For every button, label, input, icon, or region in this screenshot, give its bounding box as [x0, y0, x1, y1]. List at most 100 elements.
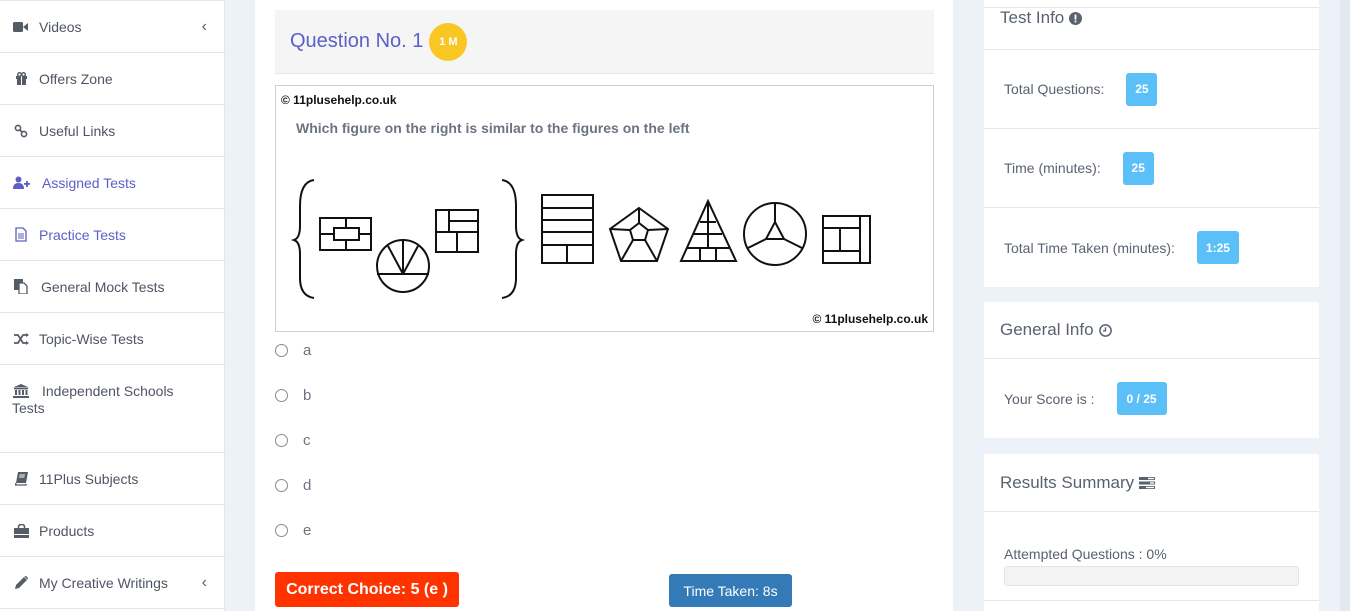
- pencil-icon: [11, 575, 31, 591]
- option-a[interactable]: a: [275, 342, 311, 359]
- option-label: c: [303, 432, 311, 449]
- sidebar-item-label: Topic-Wise Tests: [39, 330, 144, 347]
- radio-button[interactable]: [275, 434, 288, 447]
- question-card: Question No. 1 1 M © 11plusehelp.co.uk W…: [255, 0, 953, 611]
- sidebar-item-practice-tests[interactable]: Practice Tests: [0, 209, 225, 261]
- figure-option-4: [743, 202, 807, 266]
- exclamation-circle-icon: [1069, 12, 1083, 25]
- info-value-badge: 25: [1126, 72, 1158, 106]
- figure-option-3: [679, 198, 738, 262]
- score-label: Your Score is :: [1004, 390, 1095, 407]
- sidebar-item-topic-wise-tests[interactable]: Topic-Wise Tests: [0, 313, 225, 365]
- panel-title: Test Info: [1000, 8, 1065, 27]
- book-icon: [11, 471, 31, 487]
- sidebar-item-videos[interactable]: Videos ‹: [0, 1, 225, 53]
- left-brace: [290, 179, 315, 299]
- sidebar-item-11plus-subjects[interactable]: 11Plus Subjects: [0, 453, 225, 505]
- score-badge: 0 / 25: [1116, 382, 1167, 415]
- sidebar-item-label: Products: [39, 522, 95, 539]
- info-label: Total Time Taken (minutes):: [1004, 239, 1175, 256]
- question-header: Question No. 1 1 M: [275, 10, 934, 74]
- info-row-score: Your Score is : 0 / 25: [984, 359, 1319, 438]
- sidebar-item-independent-schools-tests[interactable]: Independent Schools Tests: [0, 365, 225, 453]
- figure-option-1: [541, 194, 594, 264]
- sidebar-item-products[interactable]: Products: [0, 505, 225, 557]
- sidebar-item-label: Useful Links: [39, 122, 116, 139]
- question-image: © 11plusehelp.co.uk Which figure on the …: [275, 85, 934, 332]
- link-icon: [11, 123, 31, 139]
- shopping-bag-icon: [11, 523, 31, 539]
- info-value-badge: 1:25: [1196, 231, 1239, 264]
- info-value-badge: 25: [1122, 151, 1154, 185]
- results-summary-panel: Results Summary Attempted Questions : 0%: [984, 454, 1319, 611]
- option-label: e: [303, 522, 312, 539]
- test-info-header: Test Info: [984, 8, 1319, 50]
- files-icon: [11, 279, 31, 295]
- correct-choice-badge: Correct Choice: 5 (e ): [275, 572, 459, 607]
- radio-button[interactable]: [275, 479, 288, 492]
- sidebar-item-assigned-tests[interactable]: Assigned Tests: [0, 157, 225, 209]
- scrollbar-track[interactable]: [1340, 0, 1350, 611]
- sidebar-item-label: General Mock Tests: [41, 278, 165, 295]
- radio-button[interactable]: [275, 344, 288, 357]
- bank-icon: [11, 383, 31, 399]
- sidebar-item-my-creative-writings[interactable]: My Creative Writings ‹: [0, 557, 225, 609]
- test-info-panel: Test Info Total Questions: 25 Time (minu…: [984, 0, 1319, 287]
- option-label: a: [303, 342, 312, 359]
- sidebar-item-label-line2: Tests: [12, 400, 45, 416]
- info-row-total-questions: Total Questions: 25: [984, 50, 1319, 129]
- right-brace: [501, 179, 526, 299]
- option-d[interactable]: d: [275, 477, 311, 494]
- tasks-icon: [1139, 476, 1156, 489]
- file-text-icon: [11, 227, 31, 243]
- time-taken-badge: Time Taken: 8s: [669, 574, 792, 607]
- figure-left-1: [319, 217, 372, 251]
- radio-button[interactable]: [275, 524, 288, 537]
- general-info-header: General Info: [984, 302, 1319, 359]
- clock-icon: [1098, 323, 1112, 337]
- info-row-total-time-taken: Total Time Taken (minutes): 1:25: [984, 208, 1319, 287]
- panel-title: Results Summary: [1000, 472, 1135, 492]
- figure-option-5: [822, 215, 871, 264]
- option-label: d: [303, 477, 312, 494]
- sidebar-item-label: 11Plus Subjects: [39, 470, 139, 487]
- attempted-questions-label: Attempted Questions : 0%: [1004, 546, 1167, 562]
- option-c[interactable]: c: [275, 432, 311, 449]
- figure-option-2: [608, 206, 670, 262]
- figure-series: [290, 179, 871, 299]
- shuffle-icon: [11, 331, 31, 347]
- divider: [984, 600, 1319, 601]
- radio-button[interactable]: [275, 389, 288, 402]
- figure-left-3: [435, 209, 479, 253]
- chevron-left-icon[interactable]: ‹: [202, 18, 207, 36]
- results-summary-header: Results Summary: [984, 454, 1319, 512]
- sidebar-item-offers-zone[interactable]: Offers Zone: [0, 53, 225, 105]
- divider: [984, 0, 1319, 8]
- marks-badge: 1 M: [429, 22, 468, 61]
- sidebar-item-label: Videos: [39, 18, 82, 35]
- user-plus-icon: [11, 175, 31, 191]
- option-b[interactable]: b: [275, 387, 311, 404]
- figure-left-2: [376, 239, 430, 293]
- attempted-progress-bar: [1004, 566, 1299, 586]
- sidebar-item-general-mock-tests[interactable]: General Mock Tests: [0, 261, 225, 313]
- question-title: Question No. 1: [290, 30, 424, 52]
- sidebar-item-label: Offers Zone: [39, 70, 113, 87]
- option-label: b: [303, 387, 312, 404]
- sidebar-item-label: Practice Tests: [39, 226, 126, 243]
- chevron-left-icon[interactable]: ‹: [202, 574, 207, 592]
- sidebar-item-label: Assigned Tests: [42, 174, 136, 191]
- video-icon: [11, 19, 31, 35]
- copyright-label: © 11plusehelp.co.uk: [812, 312, 928, 326]
- sidebar-item-useful-links[interactable]: Useful Links: [0, 105, 225, 157]
- panel-title: General Info: [1000, 320, 1094, 339]
- info-row-time: Time (minutes): 25: [984, 129, 1319, 208]
- sidebar-item-label: My Creative Writings: [39, 574, 168, 591]
- sidebar-item-label: Independent Schools: [42, 383, 174, 399]
- gift-icon: [11, 71, 31, 87]
- general-info-panel: General Info Your Score is : 0 / 25: [984, 302, 1319, 438]
- sidebar: Videos ‹ Offers Zone Useful Links Assign…: [0, 0, 225, 611]
- option-e[interactable]: e: [275, 522, 311, 539]
- info-label: Time (minutes):: [1004, 160, 1101, 176]
- info-label: Total Questions:: [1004, 81, 1105, 97]
